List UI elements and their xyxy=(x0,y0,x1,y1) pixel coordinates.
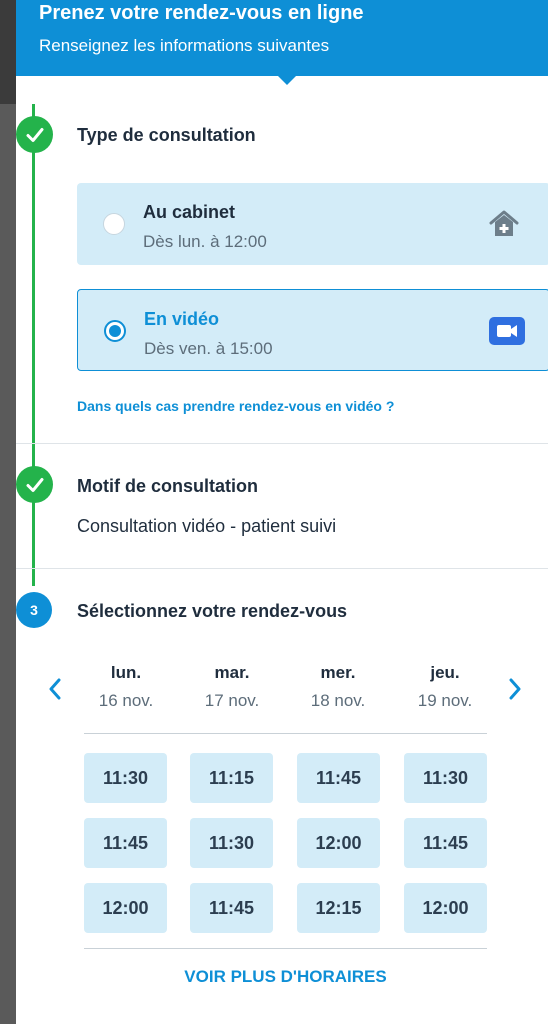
time-slot[interactable]: 11:30 xyxy=(84,753,167,803)
prev-week-chevron-left-icon[interactable] xyxy=(43,674,67,704)
select-appointment-title: Sélectionnez votre rendez-vous xyxy=(77,601,348,621)
time-slot[interactable]: 11:45 xyxy=(84,818,167,868)
option-sub: Dès lun. à 12:00 xyxy=(143,232,267,251)
day-name: mer. xyxy=(320,663,356,682)
day-name: lun. xyxy=(110,663,142,682)
day-date: 17 nov. xyxy=(204,691,260,710)
motif-value: Consultation vidéo - patient suivi xyxy=(77,516,337,536)
calendar-divider xyxy=(84,733,487,734)
time-slot[interactable]: 12:00 xyxy=(297,818,380,868)
radio-en-video[interactable] xyxy=(104,320,126,342)
motif-title: Motif de consultation xyxy=(77,476,258,496)
step-done-check-icon xyxy=(16,466,53,503)
radio-au-cabinet[interactable] xyxy=(103,213,125,235)
step-done-check-icon xyxy=(16,116,53,153)
option-label: En vidéo xyxy=(144,309,220,329)
background-overlay-top xyxy=(0,0,16,104)
day-header: lun. 16 nov. xyxy=(81,663,171,711)
day-name: mar. xyxy=(214,663,250,682)
option-sub: Dès ven. à 15:00 xyxy=(144,339,273,358)
option-en-video[interactable]: En vidéo Dès ven. à 15:00 xyxy=(77,289,548,371)
video-info-link[interactable]: Dans quels cas prendre rendez-vous en vi… xyxy=(77,398,394,414)
section-divider xyxy=(16,568,548,569)
calendar-divider xyxy=(84,948,487,949)
header-subtitle: Renseignez les informations suivantes xyxy=(39,36,330,55)
option-au-cabinet[interactable]: Au cabinet Dès lun. à 12:00 xyxy=(77,183,548,265)
day-date: 18 nov. xyxy=(310,691,366,710)
step-number-badge: 3 xyxy=(16,592,52,628)
time-slot[interactable]: 12:00 xyxy=(84,883,167,933)
time-slot[interactable]: 11:45 xyxy=(404,818,487,868)
section-divider xyxy=(16,443,548,444)
time-slot[interactable]: 11:15 xyxy=(190,753,273,803)
house-medical-icon xyxy=(488,208,520,245)
time-slot[interactable]: 11:30 xyxy=(190,818,273,868)
day-header: mer. 18 nov. xyxy=(293,663,383,711)
time-slot[interactable]: 11:45 xyxy=(297,753,380,803)
video-camera-icon xyxy=(488,316,526,351)
time-slot[interactable]: 12:00 xyxy=(404,883,487,933)
day-name: jeu. xyxy=(430,663,460,682)
next-week-chevron-right-icon[interactable] xyxy=(503,674,527,704)
day-header: jeu. 19 nov. xyxy=(400,663,490,711)
day-header: mar. 17 nov. xyxy=(187,663,277,711)
booking-panel: Prenez votre rendez-vous en ligne Rensei… xyxy=(16,0,548,1024)
background-overlay xyxy=(0,0,16,1024)
time-slot[interactable]: 11:30 xyxy=(404,753,487,803)
booking-header: Prenez votre rendez-vous en ligne Rensei… xyxy=(16,0,548,85)
consultation-type-title: Type de consultation xyxy=(77,125,256,145)
option-label: Au cabinet xyxy=(143,202,236,222)
progress-line xyxy=(32,104,35,586)
header-title: Prenez votre rendez-vous en ligne xyxy=(39,2,364,24)
day-date: 16 nov. xyxy=(98,691,154,710)
time-slot[interactable]: 11:45 xyxy=(190,883,273,933)
header-notch xyxy=(278,76,296,85)
time-slot[interactable]: 12:15 xyxy=(297,883,380,933)
more-times-button[interactable]: VOIR PLUS D'HORAIRES xyxy=(84,967,487,987)
day-date: 19 nov. xyxy=(417,691,473,710)
